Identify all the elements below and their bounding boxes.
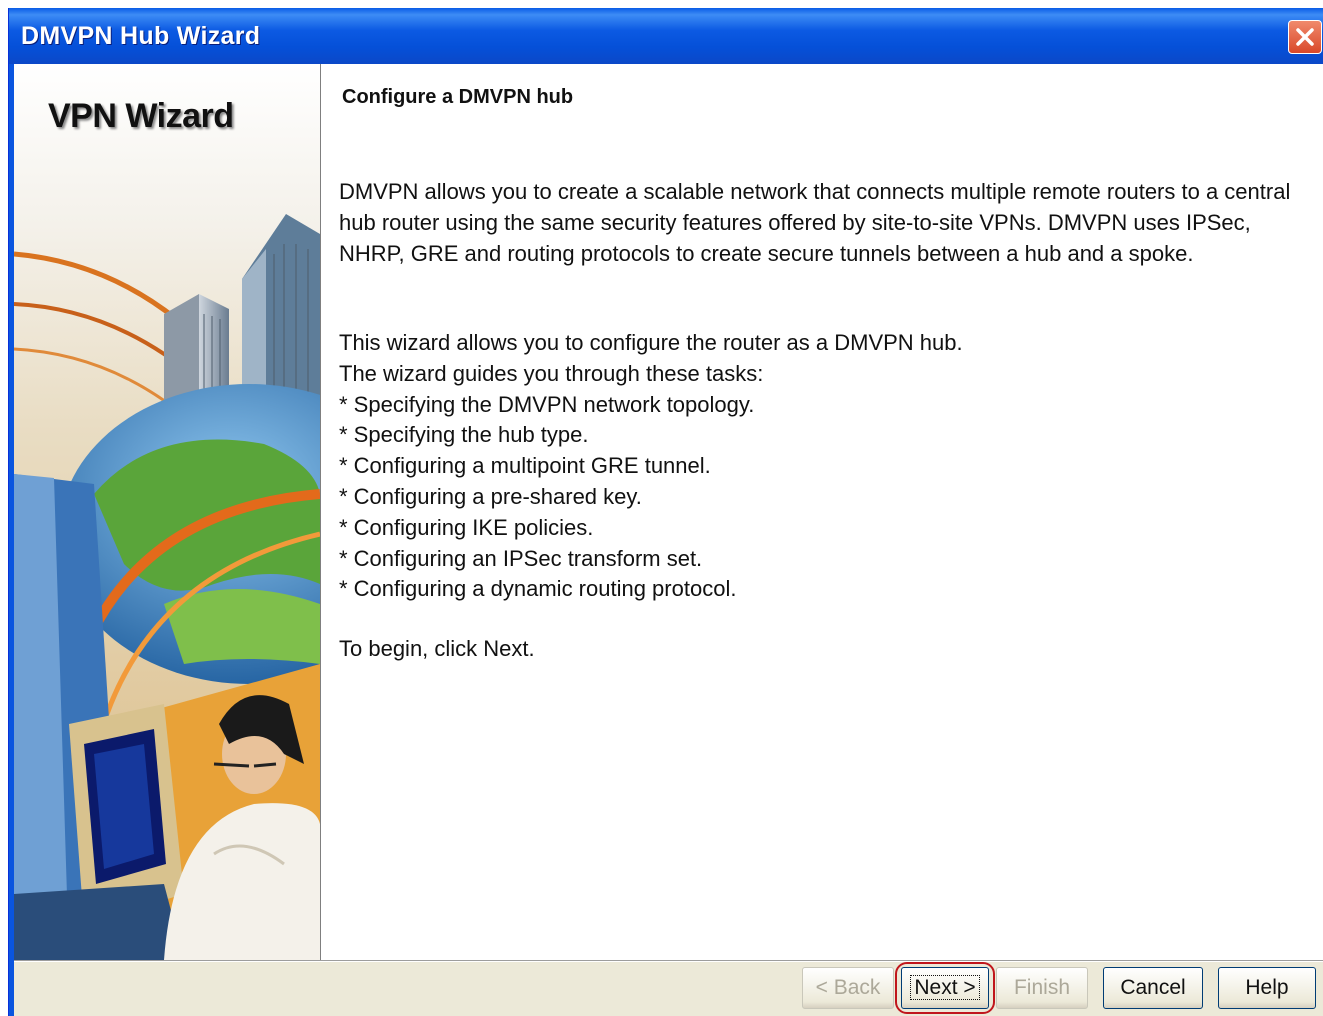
task-list: This wizard allows you to configure the … [339, 328, 1301, 605]
next-button-label: Next > [910, 975, 980, 1000]
side-panel-title: VPN Wizard [48, 97, 234, 135]
back-button[interactable]: < Back [802, 967, 894, 1009]
page-heading: Configure a DMVPN hub [342, 86, 574, 108]
cancel-button[interactable]: Cancel [1103, 967, 1203, 1009]
begin-instruction: To begin, click Next. [339, 636, 535, 661]
intro-line: The wizard guides you through these task… [339, 360, 764, 386]
finish-button[interactable]: Finish [996, 967, 1088, 1009]
task-item: * Configuring a pre-shared key. [339, 483, 642, 509]
task-item: * Specifying the DMVPN network topology. [339, 391, 755, 417]
dmvpn-hub-wizard-window: DMVPN Hub Wizard VPN Wizard Configure a … [8, 8, 1323, 1016]
side-panel: VPN Wizard [14, 64, 321, 960]
next-button[interactable]: Next > [901, 967, 989, 1009]
window-title: DMVPN Hub Wizard [21, 22, 261, 50]
task-item: * Configuring an IPSec transform set. [339, 545, 703, 571]
title-bar[interactable]: DMVPN Hub Wizard [9, 8, 1323, 64]
help-button[interactable]: Help [1218, 967, 1316, 1009]
task-item: * Configuring IKE policies. [339, 514, 594, 540]
close-x-icon [1296, 28, 1314, 46]
intro-line: This wizard allows you to configure the … [339, 330, 963, 355]
task-item: * Configuring a multipoint GRE tunnel. [339, 453, 711, 479]
description-text: DMVPN allows you to create a scalable ne… [339, 179, 1291, 266]
task-item: * Specifying the hub type. [339, 422, 589, 448]
content-pane: Configure a DMVPN hub DMVPN allows you t… [321, 64, 1323, 960]
task-item: * Configuring a dynamic routing protocol… [339, 576, 737, 602]
city-globe-user-illustration [14, 64, 320, 960]
close-button[interactable] [1288, 20, 1322, 54]
